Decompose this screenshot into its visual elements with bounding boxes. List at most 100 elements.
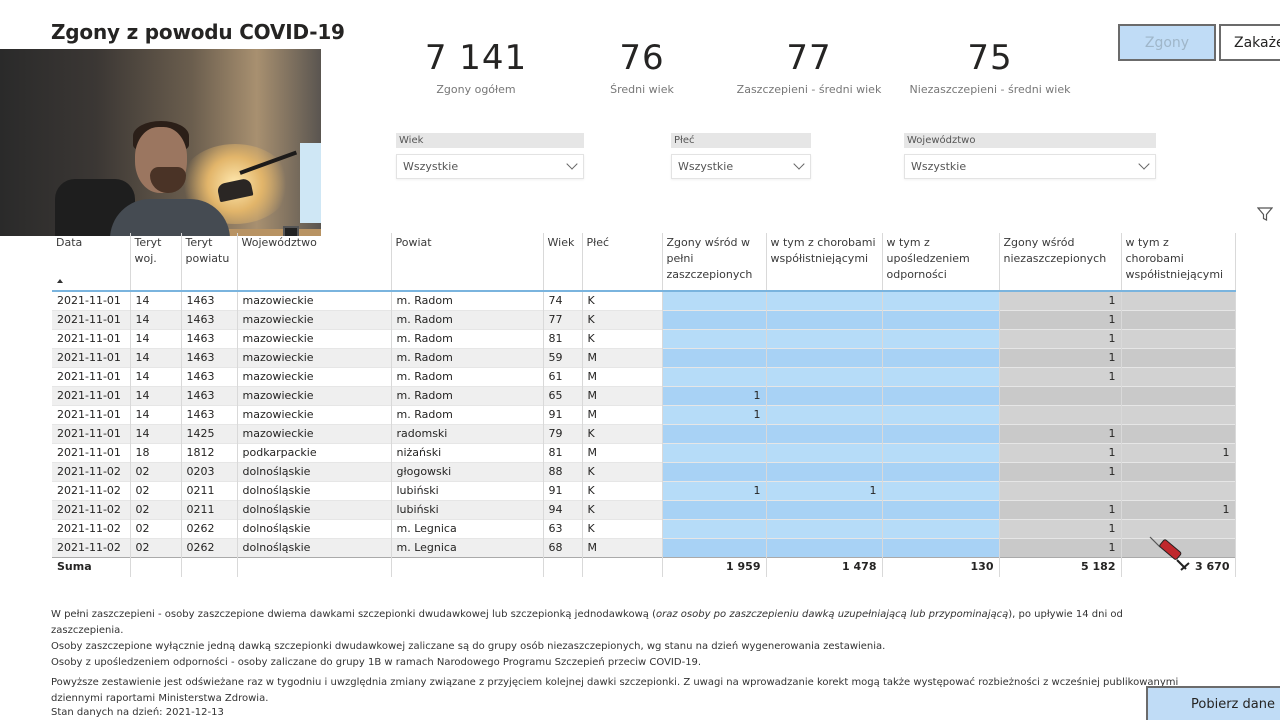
total-vacc-immuno: 130 bbox=[882, 557, 1000, 577]
table-cell bbox=[662, 519, 767, 539]
table-row[interactable]: 2021-11-01 14 1463 mazowieckie m. Radom 59 M 1 bbox=[52, 348, 1236, 368]
col-header-vacc-immuno[interactable]: w tym z upośledzeniem odporności bbox=[882, 233, 1000, 291]
table-cell: 91 bbox=[543, 481, 583, 501]
note-fully-vaccinated: W pełni zaszczepieni - osoby zaszczepion… bbox=[51, 609, 1123, 636]
table-cell: lubiński bbox=[391, 481, 544, 501]
table-cell: mazowieckie bbox=[237, 291, 392, 311]
kpi-average-age: 76 Średni wiek bbox=[602, 36, 682, 96]
table-totals-row: Suma 1 959 1 478 130 5 182 3 670 bbox=[52, 557, 1236, 577]
table-cell bbox=[662, 329, 767, 349]
voivodeship-slicer: Województwo Wszystkie bbox=[904, 133, 1156, 179]
table-row[interactable]: 2021-11-01 18 1812 podkarpackie niżański 81 M 1… bbox=[52, 443, 1236, 463]
table-row[interactable]: 2021-11-01 14 1463 mazowieckie m. Radom 61 M 1 bbox=[52, 367, 1236, 387]
table-cell: 65 bbox=[543, 386, 583, 406]
table-row[interactable]: 2021-11-01 14 1463 mazowieckie m. Radom 81 K 1 bbox=[52, 329, 1236, 349]
table-cell bbox=[766, 538, 883, 558]
table-row[interactable]: 2021-11-01 14 1425 mazowieckie radomski 79 K 1 bbox=[52, 424, 1236, 444]
table-cell bbox=[662, 348, 767, 368]
table-cell bbox=[766, 405, 883, 425]
table-cell bbox=[1121, 462, 1236, 482]
table-cell: 18 bbox=[130, 443, 182, 463]
col-header-unvacc-comorb[interactable]: w tym z chorobami współistniejącymi bbox=[1121, 233, 1236, 291]
table-row[interactable]: 2021-11-01 14 1463 mazowieckie m. Radom 77 K 1 bbox=[52, 310, 1236, 330]
table-cell bbox=[882, 386, 1000, 406]
table-cell bbox=[1121, 367, 1236, 387]
table-cell bbox=[1121, 310, 1236, 330]
table-cell: 1463 bbox=[181, 291, 238, 311]
kpi-value: 77 bbox=[786, 38, 832, 78]
col-header-vacc-comorb[interactable]: w tym z chorobami współistniejącymi bbox=[766, 233, 883, 291]
col-header-sex[interactable]: Płeć bbox=[582, 233, 663, 291]
table-cell: 1 bbox=[999, 462, 1122, 482]
table-cell: m. Radom bbox=[391, 291, 544, 311]
voivodeship-dropdown[interactable]: Wszystkie bbox=[904, 154, 1156, 179]
table-cell bbox=[882, 424, 1000, 444]
col-header-teryt-powiat[interactable]: Teryt powiatu bbox=[181, 233, 238, 291]
col-header-age[interactable]: Wiek bbox=[543, 233, 583, 291]
infections-button[interactable]: Zakaże bbox=[1219, 24, 1280, 61]
table-row[interactable]: 2021-11-02 02 0211 dolnośląskie lubiński 91 K 1… bbox=[52, 481, 1236, 501]
download-data-button[interactable]: Pobierz dane bbox=[1146, 686, 1280, 720]
sex-dropdown[interactable]: Wszystkie bbox=[671, 154, 811, 179]
table-cell: 1812 bbox=[181, 443, 238, 463]
table-cell: 1463 bbox=[181, 405, 238, 425]
table-cell: 0211 bbox=[181, 481, 238, 501]
col-header-teryt-woj[interactable]: Teryt woj. bbox=[130, 233, 182, 291]
data-status-date: Stan danych na dzień: 2021-12-13 bbox=[51, 707, 224, 718]
col-header-voivodeship[interactable]: Województwo bbox=[237, 233, 392, 291]
table-cell bbox=[766, 329, 883, 349]
table-cell bbox=[1121, 424, 1236, 444]
table-row[interactable]: 2021-11-02 02 0262 dolnośląskie m. Legnica 63… bbox=[52, 519, 1236, 539]
filter-icon[interactable] bbox=[1257, 206, 1273, 222]
table-cell bbox=[882, 348, 1000, 368]
table-row[interactable]: 2021-11-01 14 1463 mazowieckie m. Radom 91 M 1 bbox=[52, 405, 1236, 425]
col-header-unvacc-deaths[interactable]: Zgony wśród niezaszczepionych bbox=[999, 233, 1122, 291]
age-dropdown[interactable]: Wszystkie bbox=[396, 154, 584, 179]
table-cell: 74 bbox=[543, 291, 583, 311]
col-header-date[interactable]: Data bbox=[52, 233, 131, 291]
age-slicer-label: Wiek bbox=[396, 133, 584, 148]
kpi-value: 7 141 bbox=[424, 38, 528, 78]
table-cell bbox=[1121, 329, 1236, 349]
table-cell bbox=[662, 443, 767, 463]
table-cell: 1 bbox=[999, 348, 1122, 368]
table-cell: 2021-11-02 bbox=[52, 538, 131, 558]
table-cell bbox=[766, 348, 883, 368]
table-cell: 68 bbox=[543, 538, 583, 558]
table-cell: 2021-11-02 bbox=[52, 481, 131, 501]
table-cell: 91 bbox=[543, 405, 583, 425]
table-cell: 63 bbox=[543, 519, 583, 539]
col-header-county[interactable]: Powiat bbox=[391, 233, 544, 291]
table-cell bbox=[882, 405, 1000, 425]
table-row[interactable]: 2021-11-01 14 1463 mazowieckie m. Radom 65 M 1 bbox=[52, 386, 1236, 406]
table-cell bbox=[662, 367, 767, 387]
table-cell bbox=[662, 291, 767, 311]
table-cell: K bbox=[582, 291, 663, 311]
table-cell bbox=[882, 291, 1000, 311]
table-cell: K bbox=[582, 310, 663, 330]
table-cell: 14 bbox=[130, 310, 182, 330]
table-row[interactable]: 2021-11-02 02 0211 dolnośląskie lubiński 94 K 1… bbox=[52, 500, 1236, 520]
table-cell bbox=[882, 462, 1000, 482]
table-row[interactable]: 2021-11-02 02 0262 dolnośląskie m. Legnica 68… bbox=[52, 538, 1236, 558]
table-cell: 2021-11-02 bbox=[52, 519, 131, 539]
total-unvacc-deaths: 5 182 bbox=[999, 557, 1122, 577]
deaths-button[interactable]: Zgony bbox=[1118, 24, 1216, 61]
table-cell: 81 bbox=[543, 443, 583, 463]
table-cell: 1463 bbox=[181, 386, 238, 406]
table-cell bbox=[882, 481, 1000, 501]
table-cell: mazowieckie bbox=[237, 424, 392, 444]
table-cell: 14 bbox=[130, 291, 182, 311]
table-cell: 14 bbox=[130, 367, 182, 387]
table-cell: mazowieckie bbox=[237, 367, 392, 387]
table-cell bbox=[662, 424, 767, 444]
table-cell bbox=[766, 462, 883, 482]
table-row[interactable]: 2021-11-02 02 0203 dolnośląskie głogowski 88 K… bbox=[52, 462, 1236, 482]
table-cell: 1 bbox=[999, 291, 1122, 311]
page-title: Zgony z powodu COVID-19 bbox=[51, 20, 345, 44]
table-row[interactable]: 2021-11-01 14 1463 mazowieckie m. Radom 74 K 1 bbox=[52, 291, 1236, 311]
syringe-cursor-icon bbox=[1149, 536, 1190, 571]
table-cell: 02 bbox=[130, 481, 182, 501]
col-header-vacc-deaths[interactable]: Zgony wśród w pełni zaszczepionych bbox=[662, 233, 767, 291]
table-cell bbox=[766, 386, 883, 406]
